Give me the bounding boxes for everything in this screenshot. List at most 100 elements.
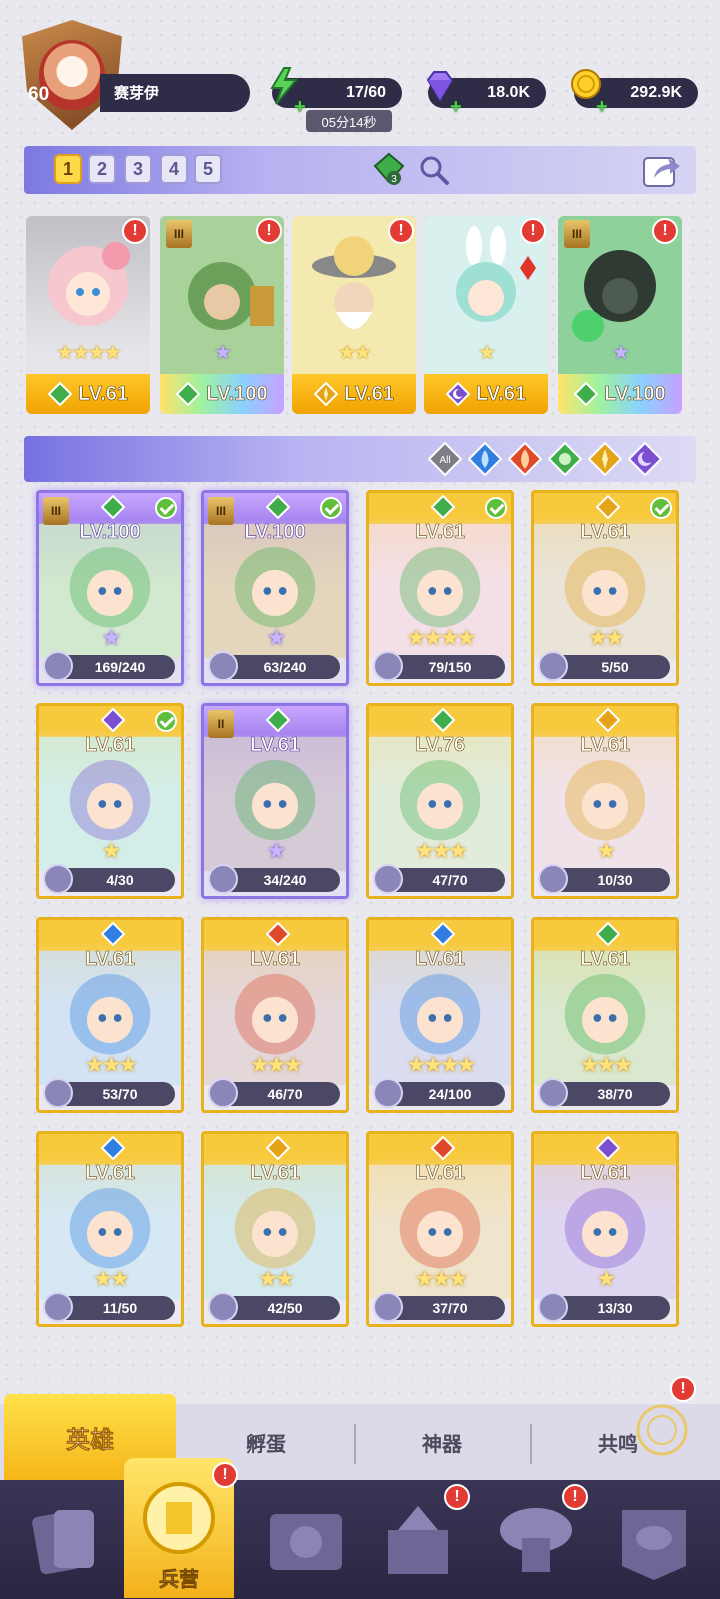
list-fade <box>24 1372 696 1392</box>
shard-icon <box>43 1078 73 1108</box>
alert-badge: ! <box>212 1462 238 1488</box>
team-tab-5[interactable]: 5 <box>194 154 222 184</box>
hero-stars: ★★★ <box>84 1052 138 1077</box>
shard-count: 13/30 <box>597 1300 633 1316</box>
magnifier-icon[interactable] <box>418 154 450 186</box>
shard-icon <box>373 1078 403 1108</box>
hero-card[interactable]: LV.61 ★ 10/30 <box>531 703 679 899</box>
hero-stars: ★ <box>101 625 122 650</box>
coin-counter[interactable]: + 292.9K <box>571 69 698 118</box>
green-element-icon[interactable] <box>548 442 582 476</box>
all-filter-icon[interactable]: All <box>428 442 462 476</box>
hero-stars: ★ <box>266 838 287 863</box>
hero-card[interactable]: LV.61 ★★ 42/50 <box>201 1131 349 1327</box>
hero-level: LV.61 <box>343 382 395 405</box>
purple-element-icon <box>101 708 125 732</box>
shard-icon <box>208 1292 238 1322</box>
shard-icon <box>538 651 568 681</box>
hero-card[interactable]: LV.100 III ★ 63/240 <box>201 490 349 686</box>
red-element-icon <box>266 922 290 946</box>
alert-badge: ! <box>562 1484 588 1510</box>
hero-level-bar: LV.100 <box>160 374 284 414</box>
hero-card[interactable]: LV.76 ★★★ 47/70 <box>366 703 514 899</box>
journal-icon <box>270 1514 342 1570</box>
gold-element-icon[interactable] <box>588 442 622 476</box>
hero-stars: ★★★ <box>579 1052 633 1077</box>
team-hero-card[interactable]: III ★ LV.100 ! <box>160 216 284 414</box>
nav-barracks[interactable]: 兵营 ! <box>124 1458 238 1598</box>
team-tab-4[interactable]: 4 <box>160 154 188 184</box>
hero-stars: ★★★ <box>414 838 468 863</box>
shard-progress: 13/30 <box>538 1292 670 1322</box>
hero-card[interactable]: LV.61 ★★★ 37/70 <box>366 1131 514 1327</box>
hero-stars: ★ <box>612 342 630 364</box>
blue-element-icon[interactable] <box>468 442 502 476</box>
team-gem-count: 3 <box>391 174 397 185</box>
nav-guild[interactable] <box>604 1490 704 1590</box>
shard-icon <box>208 1078 238 1108</box>
shard-progress: 53/70 <box>43 1078 175 1108</box>
team-hero-card[interactable]: ★★ LV.61 ! <box>292 216 416 414</box>
purple-element-icon[interactable] <box>628 442 662 476</box>
shard-progress: 34/240 <box>208 864 340 894</box>
player-name[interactable]: 赛芽伊 <box>100 74 250 112</box>
hero-stars: ★ <box>101 838 122 863</box>
shard-count: 24/100 <box>428 1086 472 1102</box>
nav-journal[interactable] <box>256 1490 356 1590</box>
hero-stars: ★★★★ <box>406 1052 477 1077</box>
hero-level: LV.100 <box>244 521 306 544</box>
team-hero-card[interactable]: ★ LV.61 ! <box>424 216 548 414</box>
gem-counter[interactable]: + 18.0K <box>426 71 546 118</box>
shard-progress: 10/30 <box>538 864 670 894</box>
green-element-count-icon[interactable]: 3 <box>372 152 406 186</box>
hero-stars: ★ <box>214 342 232 364</box>
hero-card[interactable]: LV.61 ★★ 11/50 <box>36 1131 184 1327</box>
energy-timer: 05分14秒 <box>306 110 392 132</box>
hero-card[interactable]: LV.61 ★★★★ 79/150 <box>366 490 514 686</box>
alert-badge: ! <box>520 218 546 244</box>
nav-castle[interactable]: ! <box>368 1484 470 1590</box>
coin-plus-icon[interactable]: + <box>596 96 608 119</box>
team-tab-1[interactable]: 1 <box>54 154 82 184</box>
hero-card[interactable]: LV.100 III ★ 169/240 <box>36 490 184 686</box>
player-level: 60 <box>28 84 50 105</box>
nav-cards[interactable] <box>14 1490 114 1590</box>
green-element-icon <box>101 495 125 519</box>
hero-level: LV.61 <box>84 948 136 971</box>
energy-counter[interactable]: + 17/60 <box>270 67 402 118</box>
hero-card[interactable]: LV.61 II ★ 34/240 <box>201 703 349 899</box>
hero-level: LV.100 <box>79 521 141 544</box>
blue-element-icon <box>101 1136 125 1160</box>
purple-element-icon <box>596 1136 620 1160</box>
hero-card[interactable]: LV.61 ★★★ 38/70 <box>531 917 679 1113</box>
blue-element-icon <box>101 922 125 946</box>
shard-progress: 47/70 <box>373 864 505 894</box>
hero-card[interactable]: LV.61 ★★ 5/50 <box>531 490 679 686</box>
hero-card[interactable]: LV.61 ★★★ 53/70 <box>36 917 184 1113</box>
team-hero-card[interactable]: III ★ LV.100 ! <box>558 216 682 414</box>
resonance-alert-badge: ! <box>670 1376 696 1402</box>
share-icon[interactable] <box>642 152 682 188</box>
resonance-ring-icon <box>636 1404 688 1456</box>
hero-card[interactable]: LV.61 ★ 13/30 <box>531 1131 679 1327</box>
nav-mushroom-house[interactable]: ! <box>486 1484 588 1590</box>
energy-plus-icon[interactable]: + <box>294 96 306 119</box>
element-filter-bar: All <box>24 436 696 482</box>
hero-stars: ★★ <box>338 342 372 364</box>
team-tab-3[interactable]: 3 <box>124 154 152 184</box>
tab-artifacts[interactable]: 神器 <box>356 1404 528 1480</box>
shard-icon <box>538 1292 568 1322</box>
alert-badge: ! <box>388 218 414 244</box>
shard-progress: 38/70 <box>538 1078 670 1108</box>
shard-progress: 24/100 <box>373 1078 505 1108</box>
gold-element-icon <box>313 382 338 406</box>
hero-card[interactable]: LV.61 ★★★★ 24/100 <box>366 917 514 1113</box>
gem-plus-icon[interactable]: + <box>450 96 462 119</box>
team-tab-2[interactable]: 2 <box>88 154 116 184</box>
hero-card[interactable]: LV.61 ★ 4/30 <box>36 703 184 899</box>
blue-element-icon <box>431 922 455 946</box>
hero-card[interactable]: LV.61 ★★★ 46/70 <box>201 917 349 1113</box>
shard-icon <box>43 1292 73 1322</box>
team-hero-card[interactable]: ★★★★ LV.61 ! <box>26 216 150 414</box>
red-element-icon[interactable] <box>508 442 542 476</box>
